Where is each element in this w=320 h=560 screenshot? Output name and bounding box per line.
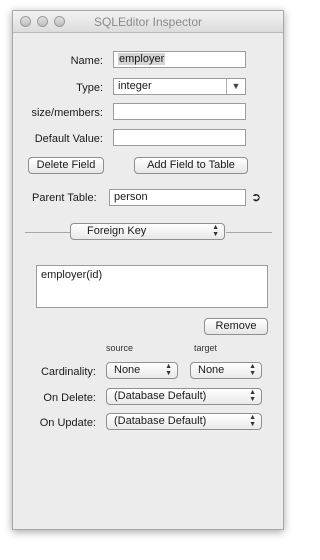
- up-down-arrows-icon: ▲ ▼: [249, 389, 256, 403]
- section-divider-left: [25, 232, 70, 233]
- title-bar: SQLEditor Inspector: [13, 11, 283, 33]
- list-item[interactable]: employer(id): [41, 269, 263, 281]
- on-update-popup[interactable]: (Database Default) ▲ ▼: [106, 413, 262, 430]
- on-update-value: (Database Default): [114, 415, 207, 427]
- up-down-arrows-icon: ▲ ▼: [212, 224, 219, 238]
- section-divider-right: [226, 232, 272, 233]
- name-label: Name:: [70, 55, 103, 67]
- parent-table-label: Parent Table:: [32, 192, 97, 204]
- up-down-arrows-icon: ▲ ▼: [249, 363, 256, 377]
- name-field[interactable]: employer: [113, 51, 246, 68]
- dropdown-arrow-icon[interactable]: ▼: [226, 79, 245, 94]
- section-popup[interactable]: Foreign Key ▲ ▼: [70, 223, 225, 240]
- cardinality-label: Cardinality:: [40, 366, 96, 378]
- size-members-field[interactable]: [113, 103, 246, 120]
- default-value-field[interactable]: [113, 129, 246, 146]
- source-column-label: source: [106, 343, 134, 353]
- on-delete-popup[interactable]: (Database Default) ▲ ▼: [106, 388, 262, 405]
- cardinality-target-popup[interactable]: None ▲ ▼: [190, 362, 262, 379]
- cardinality-source-value: None: [114, 364, 141, 376]
- cardinality-source-popup[interactable]: None ▲ ▼: [106, 362, 178, 379]
- type-combobox[interactable]: integer ▼: [113, 78, 246, 95]
- on-update-label: On Update:: [39, 417, 96, 429]
- up-down-arrows-icon: ▲ ▼: [249, 414, 256, 428]
- foreign-key-list[interactable]: employer(id): [36, 265, 268, 308]
- go-to-table-icon[interactable]: ➲: [251, 190, 261, 204]
- inspector-window: SQLEditor Inspector Name: employer Type:…: [12, 10, 284, 530]
- parent-table-field[interactable]: person: [109, 189, 246, 206]
- parent-table-value: person: [114, 191, 148, 203]
- remove-button[interactable]: Remove: [204, 318, 268, 335]
- window-title: SQLEditor Inspector: [93, 15, 203, 29]
- target-column-label: target: [194, 343, 218, 353]
- cardinality-target-value: None: [198, 364, 225, 376]
- size-members-label: size/members:: [31, 107, 103, 119]
- on-delete-label: On Delete:: [43, 392, 96, 404]
- default-value-label: Default Value:: [34, 133, 103, 145]
- type-label: Type:: [76, 82, 103, 94]
- section-popup-value: Foreign Key: [87, 225, 147, 237]
- up-down-arrows-icon: ▲ ▼: [165, 363, 172, 377]
- delete-field-button[interactable]: Delete Field: [28, 157, 104, 174]
- add-field-to-table-button[interactable]: Add Field to Table: [134, 157, 248, 174]
- name-value: employer: [118, 53, 166, 65]
- type-value: integer: [118, 80, 152, 92]
- on-delete-value: (Database Default): [114, 390, 207, 402]
